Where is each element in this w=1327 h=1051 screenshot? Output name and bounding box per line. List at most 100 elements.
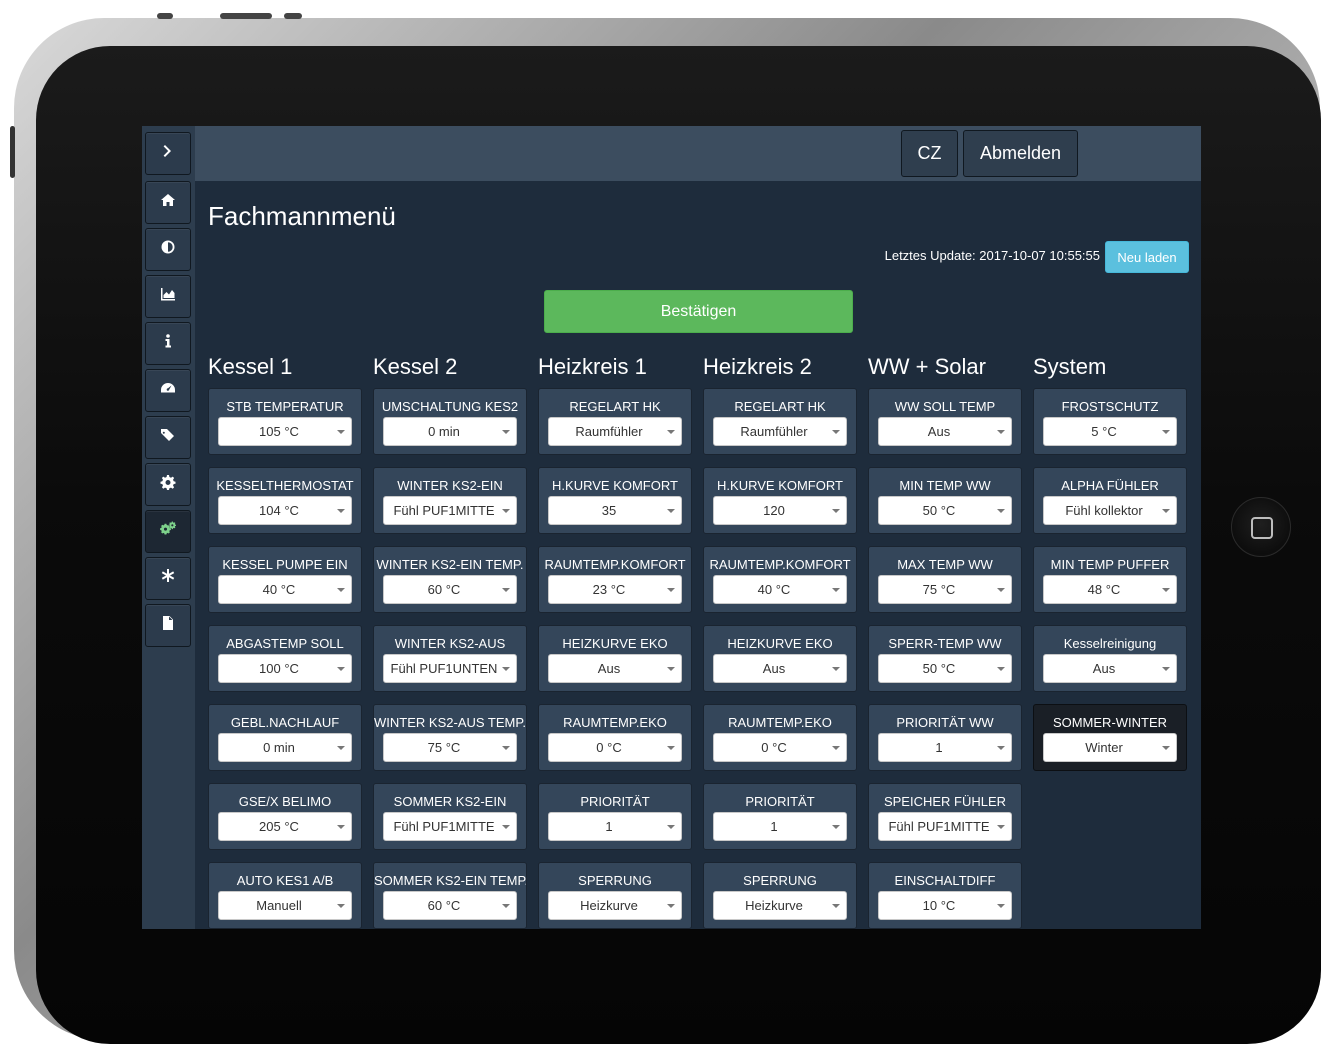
setting-value: Heizkurve <box>580 898 638 913</box>
sidebar-item-charts[interactable] <box>145 275 191 318</box>
setting-select[interactable]: 104 °C <box>218 496 352 525</box>
setting-value: 75 °C <box>922 582 956 597</box>
home-square-icon <box>1251 517 1273 539</box>
setting-select[interactable]: 1 <box>713 812 847 841</box>
sidebar-item-dashboard[interactable] <box>145 369 191 412</box>
sidebar-item-fachmannmenue[interactable] <box>145 510 191 553</box>
setting-select[interactable]: 0 min <box>383 417 517 446</box>
setting-select[interactable]: 50 °C <box>878 496 1012 525</box>
setting-select[interactable]: 10 °C <box>878 891 1012 920</box>
setting-select[interactable]: 1 <box>548 812 682 841</box>
caret-down-icon <box>997 825 1005 829</box>
logout-button[interactable]: Abmelden <box>963 130 1078 177</box>
setting-select[interactable]: Aus <box>878 417 1012 446</box>
setting-select[interactable]: Aus <box>548 654 682 683</box>
setting-select[interactable]: 60 °C <box>383 575 517 604</box>
setting-select[interactable]: Fühl PUF1MITTE <box>383 496 517 525</box>
caret-down-icon <box>667 509 675 513</box>
setting-select[interactable]: 105 °C <box>218 417 352 446</box>
setting-select[interactable]: Raumfühler <box>548 417 682 446</box>
setting-select[interactable]: 60 °C <box>383 891 517 920</box>
setting-label: KESSEL PUMPE EIN <box>222 557 348 572</box>
setting-select[interactable]: 1 <box>878 733 1012 762</box>
caret-down-icon <box>502 904 510 908</box>
setting-label: WINTER KS2-AUS TEMP. <box>374 715 526 730</box>
contrast-icon <box>160 239 176 260</box>
setting-select[interactable]: 35 <box>548 496 682 525</box>
setting-card: MIN TEMP WW 50 °C <box>868 467 1022 534</box>
setting-select[interactable]: 5 °C <box>1043 417 1177 446</box>
setting-card: MAX TEMP WW 75 °C <box>868 546 1022 613</box>
setting-select[interactable]: 100 °C <box>218 654 352 683</box>
setting-select[interactable]: 205 °C <box>218 812 352 841</box>
setting-select[interactable]: 50 °C <box>878 654 1012 683</box>
setting-card: REGELART HK Raumfühler <box>703 388 857 455</box>
setting-select[interactable]: 0 min <box>218 733 352 762</box>
setting-label: PRIORITÄT WW <box>896 715 994 730</box>
setting-label: FROSTSCHUTZ <box>1061 399 1159 414</box>
setting-select[interactable]: Fühl PUF1UNTEN <box>383 654 517 683</box>
setting-select[interactable]: 23 °C <box>548 575 682 604</box>
setting-label: GEBL.NACHLAUF <box>230 715 340 730</box>
setting-select[interactable]: 75 °C <box>878 575 1012 604</box>
caret-down-icon <box>832 904 840 908</box>
setting-select[interactable]: Aus <box>713 654 847 683</box>
setting-value: 10 °C <box>922 898 956 913</box>
setting-card: SOMMER KS2-EIN Fühl PUF1MITTE <box>373 783 527 850</box>
setting-select[interactable]: Manuell <box>218 891 352 920</box>
setting-label: AUTO KES1 A/B <box>236 873 334 888</box>
setting-select[interactable]: Aus <box>1043 654 1177 683</box>
sidebar-item-settings[interactable] <box>145 463 191 506</box>
setting-select[interactable]: 40 °C <box>218 575 352 604</box>
sidebar-item-home[interactable] <box>145 181 191 224</box>
tablet-volume-button <box>220 13 272 19</box>
language-button[interactable]: CZ <box>901 130 958 177</box>
setting-select[interactable]: 40 °C <box>713 575 847 604</box>
confirm-button[interactable]: Bestätigen <box>544 290 853 333</box>
setting-select[interactable]: 48 °C <box>1043 575 1177 604</box>
setting-select[interactable]: Raumfühler <box>713 417 847 446</box>
sidebar-item-special[interactable] <box>145 557 191 600</box>
caret-down-icon <box>337 667 345 671</box>
sidebar-item-tags[interactable] <box>145 416 191 459</box>
sidebar <box>142 126 195 929</box>
setting-label: SOMMER-WINTER <box>1052 715 1168 730</box>
caret-down-icon <box>502 509 510 513</box>
setting-card: RAUMTEMP.EKO 0 °C <box>538 704 692 771</box>
setting-label: RAUMTEMP.EKO <box>563 715 667 730</box>
setting-select[interactable]: 0 °C <box>548 733 682 762</box>
setting-card: H.KURVE KOMFORT 120 <box>703 467 857 534</box>
setting-select[interactable]: Fühl PUF1MITTE <box>383 812 517 841</box>
sidebar-item-overview[interactable] <box>145 228 191 271</box>
sidebar-item-documents[interactable] <box>145 604 191 647</box>
setting-card: RAUMTEMP.EKO 0 °C <box>703 704 857 771</box>
setting-select[interactable]: 0 °C <box>713 733 847 762</box>
column-heading: Kessel 1 <box>208 354 293 379</box>
setting-card: HEIZKURVE EKO Aus <box>538 625 692 692</box>
setting-card: PRIORITÄT WW 1 <box>868 704 1022 771</box>
setting-select[interactable]: Winter <box>1043 733 1177 762</box>
sidebar-toggle-button[interactable] <box>145 132 191 175</box>
reload-button[interactable]: Neu laden <box>1105 241 1189 273</box>
setting-card: EINSCHALTDIFF 10 °C <box>868 862 1022 929</box>
gear-icon <box>160 474 176 495</box>
setting-card: HEIZKURVE EKO Aus <box>703 625 857 692</box>
top-navbar: CZ Abmelden <box>195 126 1201 181</box>
setting-select[interactable]: 75 °C <box>383 733 517 762</box>
tablet-hardware-button <box>284 13 302 19</box>
setting-value: 0 min <box>263 740 295 755</box>
setting-select[interactable]: Heizkurve <box>548 891 682 920</box>
sidebar-item-info[interactable] <box>145 322 191 365</box>
column-heading: Heizkreis 2 <box>703 354 812 379</box>
caret-down-icon <box>502 746 510 750</box>
setting-select[interactable]: Heizkurve <box>713 891 847 920</box>
setting-label: WINTER KS2-EIN <box>397 478 503 493</box>
column-heading: WW + Solar <box>868 354 986 379</box>
setting-select[interactable]: Fühl kollektor <box>1043 496 1177 525</box>
tablet-side-switch <box>10 126 15 178</box>
setting-select[interactable]: Fühl PUF1MITTE <box>878 812 1012 841</box>
setting-select[interactable]: 120 <box>713 496 847 525</box>
tablet-home-button[interactable] <box>1231 497 1291 557</box>
setting-card: ABGASTEMP SOLL 100 °C <box>208 625 362 692</box>
setting-card: H.KURVE KOMFORT 35 <box>538 467 692 534</box>
